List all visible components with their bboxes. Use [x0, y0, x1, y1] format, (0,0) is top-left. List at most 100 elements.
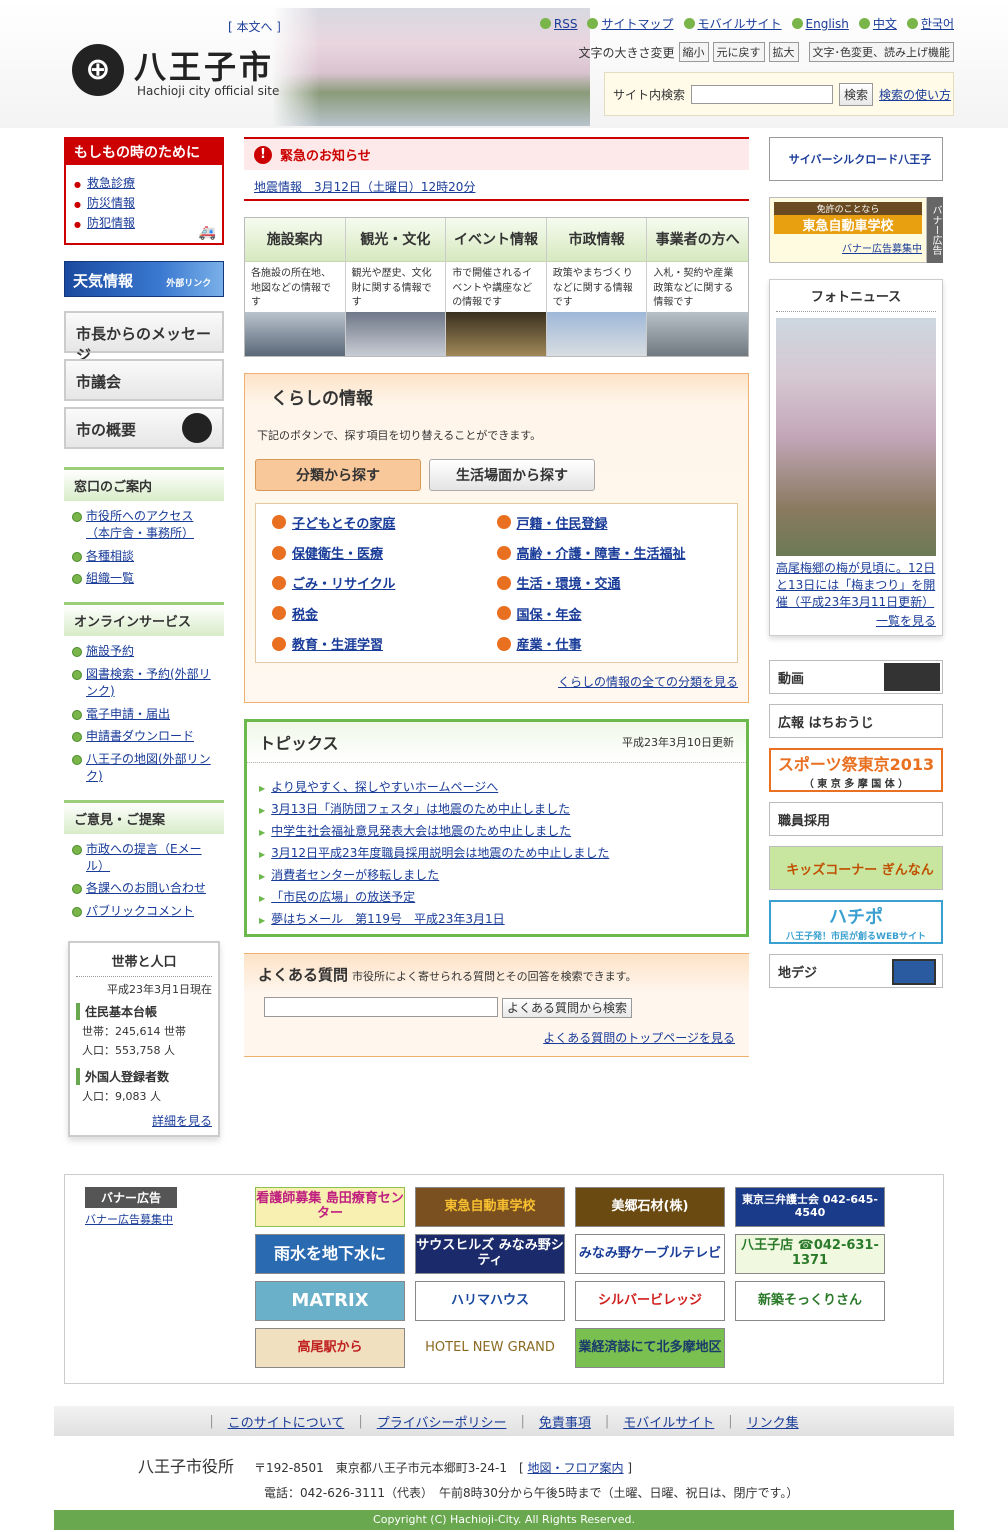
living-category-item[interactable]: 高齢・介護・障害・生活福祉 — [496, 542, 722, 562]
map-floor-link[interactable]: 地図・フロア案内 — [528, 1461, 624, 1475]
video-banner[interactable]: 動画 — [769, 660, 943, 695]
ad-banner[interactable]: 八王子店 ☎042-631-1371 — [735, 1234, 885, 1274]
banner-recruit-link[interactable]: バナー広告募集中 — [842, 244, 922, 255]
mobile-link[interactable]: モバイルサイト — [683, 15, 782, 32]
ad-banner[interactable]: 高尾駅から — [255, 1328, 405, 1368]
ad-banner[interactable]: 東京三弁護士会 042-645-4540 — [735, 1187, 885, 1227]
living-category-item[interactable]: 税金 — [272, 603, 497, 623]
site-search: サイト内検索 検索 検索の使い方 — [604, 72, 954, 116]
font-larger-button[interactable]: 拡大 — [768, 42, 799, 62]
cyber-silkroad-banner[interactable]: サイバーシルクロード八王子 — [769, 137, 943, 181]
ad-banner[interactable]: 看護師募集 島田療育センター — [255, 1187, 405, 1227]
tab-facilities[interactable]: 施設案内 各施設の所在地、地図などの情報です — [245, 218, 346, 356]
photo-news-caption-link[interactable]: 高尾梅郷の梅が見頃に。12日と13日には「梅まつり」を開催（平成23年3月11日… — [776, 561, 935, 609]
mayor-message-button[interactable]: 市長からのメッセージ — [64, 311, 224, 364]
ad-banner[interactable]: MATRIX — [255, 1281, 405, 1321]
chinese-link[interactable]: 中文 — [858, 15, 897, 32]
living-category-item[interactable]: 保健衛生・医療 — [272, 542, 497, 562]
topic-item[interactable]: 消費者センターが移転しました — [259, 866, 734, 883]
city-name-logo[interactable]: 八王子市 — [134, 42, 274, 88]
living-category-item[interactable]: 生活・環境・交通 — [496, 573, 722, 593]
font-smaller-button[interactable]: 縮小 — [678, 42, 709, 62]
english-link[interactable]: English — [791, 15, 849, 32]
madoguchi-item[interactable]: 市役所へのアクセス（本庁舎・事務所） — [72, 505, 216, 545]
city-council-button[interactable]: 市議会 — [64, 359, 224, 401]
madoguchi-item[interactable]: 組織一覧 — [72, 567, 216, 590]
tab-tourism[interactable]: 観光・文化 観光や歴史、文化財に関する情報です — [345, 218, 447, 356]
tab-by-life-scene[interactable]: 生活場面から探す — [429, 459, 595, 491]
about-site-link[interactable]: このサイトについて — [228, 1412, 345, 1431]
ad-banner[interactable]: 業経済誌にて北多摩地区 — [575, 1328, 725, 1368]
korean-link[interactable]: 한국어 — [906, 15, 954, 32]
opinion-item[interactable]: パブリックコメント — [72, 900, 216, 923]
font-size-controls: 文字の大きさ変更 縮小 元に戻す 拡大 文字･色変更、読み上げ機能 — [578, 42, 954, 62]
emergency-item[interactable]: 救急診療 — [74, 174, 214, 191]
tab-by-category[interactable]: 分類から探す — [255, 459, 421, 491]
faq-search-input[interactable] — [264, 997, 498, 1017]
digital-tv-banner[interactable]: 地デジ — [769, 954, 943, 989]
driving-school-ad[interactable]: 免許のことなら 東急自動車学校 バナー広告募集中 — [769, 197, 927, 263]
living-category-item[interactable]: 子どもとその家庭 — [272, 512, 497, 532]
disclaimer-link[interactable]: 免責事項 — [539, 1412, 591, 1431]
topic-item[interactable]: 3月12日平成23年度職員採用説明会は地震のため中止しました — [259, 844, 734, 861]
weather-button[interactable]: 天気情報 外部リンク — [64, 261, 224, 297]
earthquake-info-link[interactable]: 地震情報 3月12日（土曜日）12時20分 — [254, 180, 475, 194]
links-page-link[interactable]: リンク集 — [747, 1412, 799, 1431]
banner-recruit-link[interactable]: バナー広告募集中 — [85, 1213, 173, 1226]
opinion-item[interactable]: 市政への提言（Eメール） — [72, 838, 216, 878]
tab-events[interactable]: イベント情報 市で開催されるイベントや講座などの情報です — [446, 218, 547, 356]
living-category-item[interactable]: ごみ・リサイクル — [272, 573, 497, 593]
online-item[interactable]: 申請書ダウンロード — [72, 725, 216, 748]
ad-banner[interactable]: HOTEL NEW GRAND — [415, 1328, 565, 1368]
city-emblem-icon[interactable]: ⊕ — [72, 44, 124, 96]
all-categories-link[interactable]: くらしの情報の全ての分類を見る — [558, 675, 738, 689]
sports-festival-banner[interactable]: スポーツ祭東京2013 （ 東 京 多 摩 国 体 ） — [769, 748, 943, 793]
search-help-link[interactable]: 検索の使い方 — [879, 86, 951, 103]
emergency-item[interactable]: 防犯情報 — [74, 214, 214, 231]
online-item[interactable]: 八王子の地図(外部リンク) — [72, 748, 216, 788]
ad-banner[interactable]: 美郷石材(株) — [575, 1187, 725, 1227]
living-category-item[interactable]: 教育・生涯学習 — [272, 634, 497, 654]
mobile-site-link[interactable]: モバイルサイト — [623, 1412, 714, 1431]
faq-search-button[interactable]: よくある質問から検索 — [502, 997, 633, 1018]
recruitment-banner[interactable]: 職員採用 — [769, 802, 943, 837]
sitemap-link[interactable]: サイトマップ — [587, 15, 674, 32]
online-item[interactable]: 電子申請・届出 — [72, 703, 216, 726]
topic-item[interactable]: より見やすく、探しやすいホームページへ — [259, 778, 734, 795]
ad-banner[interactable]: ハリマハウス — [415, 1281, 565, 1321]
rss-link[interactable]: RSS — [539, 15, 577, 32]
living-category-item[interactable]: 国保・年金 — [496, 603, 722, 623]
opinion-item[interactable]: 各課へのお問い合わせ — [72, 877, 216, 900]
faq-top-link[interactable]: よくある質問のトップページを見る — [543, 1031, 735, 1045]
tab-business[interactable]: 事業者の方へ 入札・契約や産業政策などに関する情報です — [647, 218, 748, 356]
ad-banner[interactable]: サウスヒルズ みなみ野シティ — [415, 1234, 565, 1274]
search-button[interactable]: 検索 — [839, 82, 874, 106]
ad-banner[interactable]: みなみ野ケーブルテレビ — [575, 1234, 725, 1274]
topic-item[interactable]: 「市民の広場」の放送予定 — [259, 888, 734, 905]
color-reader-button[interactable]: 文字･色変更、読み上げ機能 — [808, 42, 954, 62]
madoguchi-item[interactable]: 各種相談 — [72, 545, 216, 568]
online-item[interactable]: 図書検索・予約(外部リンク) — [72, 663, 216, 703]
search-input[interactable] — [691, 84, 834, 104]
online-item[interactable]: 施設予約 — [72, 640, 216, 663]
ad-banner[interactable]: シルバービレッジ — [575, 1281, 725, 1321]
koho-hachioji-banner[interactable]: 広報 はちおうじ — [769, 704, 943, 739]
ad-banner[interactable]: 雨水を地下水に — [255, 1234, 405, 1274]
hachipo-banner[interactable]: ハチポ 八王子発！市民が創るWEBサイト — [769, 900, 943, 945]
city-overview-button[interactable]: 市の概要 — [64, 407, 224, 449]
plum-blossom-photo[interactable] — [776, 318, 936, 556]
kids-corner-banner[interactable]: キッズコーナー ぎんなん — [769, 846, 943, 891]
topic-item[interactable]: 夢はちメール 第119号 平成23年3月1日 — [259, 910, 734, 927]
privacy-policy-link[interactable]: プライバシーポリシー — [377, 1412, 507, 1431]
emergency-item[interactable]: 防災情報 — [74, 194, 214, 211]
living-category-item[interactable]: 産業・仕事 — [496, 634, 722, 654]
living-category-item[interactable]: 戸籍・住民登録 — [496, 512, 722, 532]
topic-item[interactable]: 中学生社会福祉意見発表大会は地震のため中止しました — [259, 822, 734, 839]
tab-city-policy[interactable]: 市政情報 政策やまちづくりなどに関する情報です — [546, 218, 648, 356]
ad-banner[interactable]: 東急自動車学校 — [415, 1187, 565, 1227]
ad-banner[interactable]: 新築そっくりさん — [735, 1281, 885, 1321]
topic-item[interactable]: 3月13日「消防団フェスタ」は地震のため中止しました — [259, 800, 734, 817]
font-reset-button[interactable]: 元に戻す — [712, 42, 765, 62]
population-more-link[interactable]: 詳細を見る — [152, 1114, 212, 1128]
photo-news-list-link[interactable]: 一覧を見る — [876, 614, 936, 628]
